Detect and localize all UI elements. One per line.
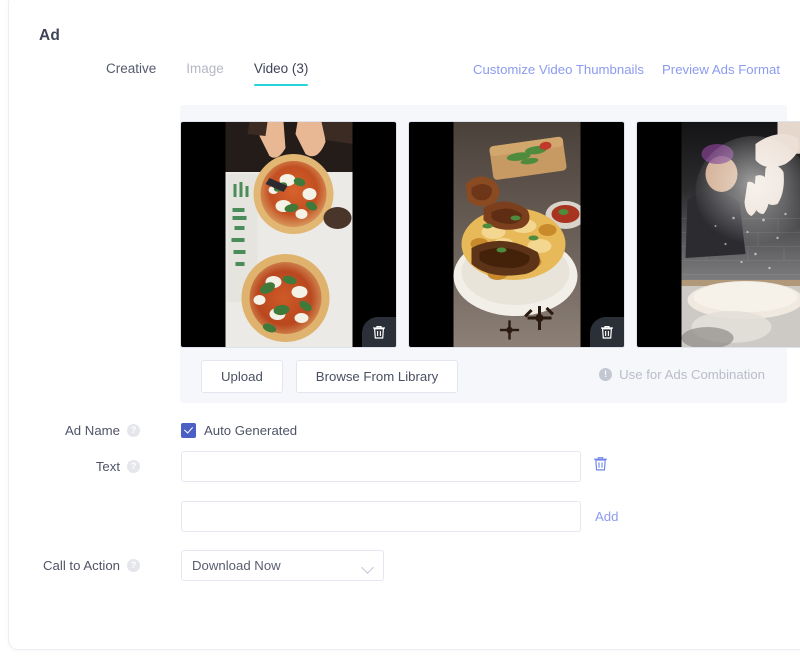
auto-generated-checkbox-wrap[interactable]: Auto Generated xyxy=(181,423,297,438)
auto-generated-label: Auto Generated xyxy=(204,423,298,438)
text-field-row xyxy=(181,451,608,482)
exclamation-circle-icon: ! xyxy=(599,368,613,381)
delete-thumbnail-1-button[interactable] xyxy=(362,317,396,347)
trash-icon xyxy=(373,325,385,339)
browse-from-library-button[interactable]: Browse From Library xyxy=(295,360,459,393)
form-row-ad-name: Ad Name ? Auto Generated xyxy=(9,423,800,438)
delete-thumbnail-2-button[interactable] xyxy=(590,317,624,347)
tab-creative[interactable]: Creative xyxy=(106,61,156,86)
help-circle-icon[interactable]: ? xyxy=(127,460,140,473)
video-thumbnail-1[interactable] xyxy=(180,121,397,348)
text-label: Text xyxy=(95,459,120,474)
call-to-action-label-group: Call to Action ? xyxy=(9,558,148,573)
use-for-ads-combination-label: Use for Ads Combination xyxy=(619,367,765,382)
form-row-text-add: Add xyxy=(9,501,800,532)
video-thumbnail-2-image xyxy=(453,122,580,347)
creative-tabs: Creative Image Video (3) xyxy=(106,61,308,86)
ad-name-label: Ad Name xyxy=(65,423,120,438)
preview-ads-format-link[interactable]: Preview Ads Format xyxy=(662,62,780,77)
video-thumbnail-2[interactable] xyxy=(408,121,625,348)
form-row-call-to-action: Call to Action ? Download Now xyxy=(9,550,800,581)
auto-generated-checkbox[interactable] xyxy=(181,423,196,438)
ad-name-label-group: Ad Name ? xyxy=(9,423,148,438)
video-thumbnail-3[interactable] xyxy=(636,121,800,348)
tab-video[interactable]: Video (3) xyxy=(253,61,308,86)
trash-icon xyxy=(594,457,607,471)
page-title: Ad xyxy=(39,27,61,44)
video-thumbnail-3-image xyxy=(681,122,800,347)
header-links: Customize Video Thumbnails Preview Ads F… xyxy=(473,62,780,77)
call-to-action-field: Download Now xyxy=(181,550,384,581)
media-action-buttons: Upload Browse From Library xyxy=(201,360,459,393)
call-to-action-label: Call to Action xyxy=(43,558,120,573)
add-text-link[interactable]: Add xyxy=(595,509,618,524)
trash-icon xyxy=(601,325,613,339)
customize-video-thumbnails-link[interactable]: Customize Video Thumbnails xyxy=(473,62,644,77)
text-label-group: Text ? xyxy=(9,459,148,474)
chevron-down-icon xyxy=(361,561,374,574)
ad-name-field: Auto Generated xyxy=(181,423,297,438)
text-input-1[interactable] xyxy=(181,451,581,482)
video-thumbnail-list xyxy=(180,121,800,348)
delete-text-1-button[interactable] xyxy=(593,456,608,477)
call-to-action-select[interactable]: Download Now xyxy=(181,550,384,581)
video-thumbnail-1-image xyxy=(225,122,352,347)
ad-form: Ad Name ? Auto Generated Text ? Add Call… xyxy=(9,423,800,594)
video-media-panel: Upload Browse From Library ! Use for Ads… xyxy=(180,105,800,403)
help-circle-icon[interactable]: ? xyxy=(127,424,140,437)
help-circle-icon[interactable]: ? xyxy=(127,559,140,572)
ad-card: Ad Creative Image Video (3) Customize Vi… xyxy=(8,0,800,650)
tab-image[interactable]: Image xyxy=(186,61,224,86)
form-row-text: Text ? xyxy=(9,451,800,482)
text-input-2[interactable] xyxy=(181,501,581,532)
call-to-action-value: Download Now xyxy=(192,558,281,573)
upload-button[interactable]: Upload xyxy=(201,360,283,393)
use-for-ads-combination-note: ! Use for Ads Combination xyxy=(599,367,765,382)
text-add-field-row: Add xyxy=(181,501,618,532)
